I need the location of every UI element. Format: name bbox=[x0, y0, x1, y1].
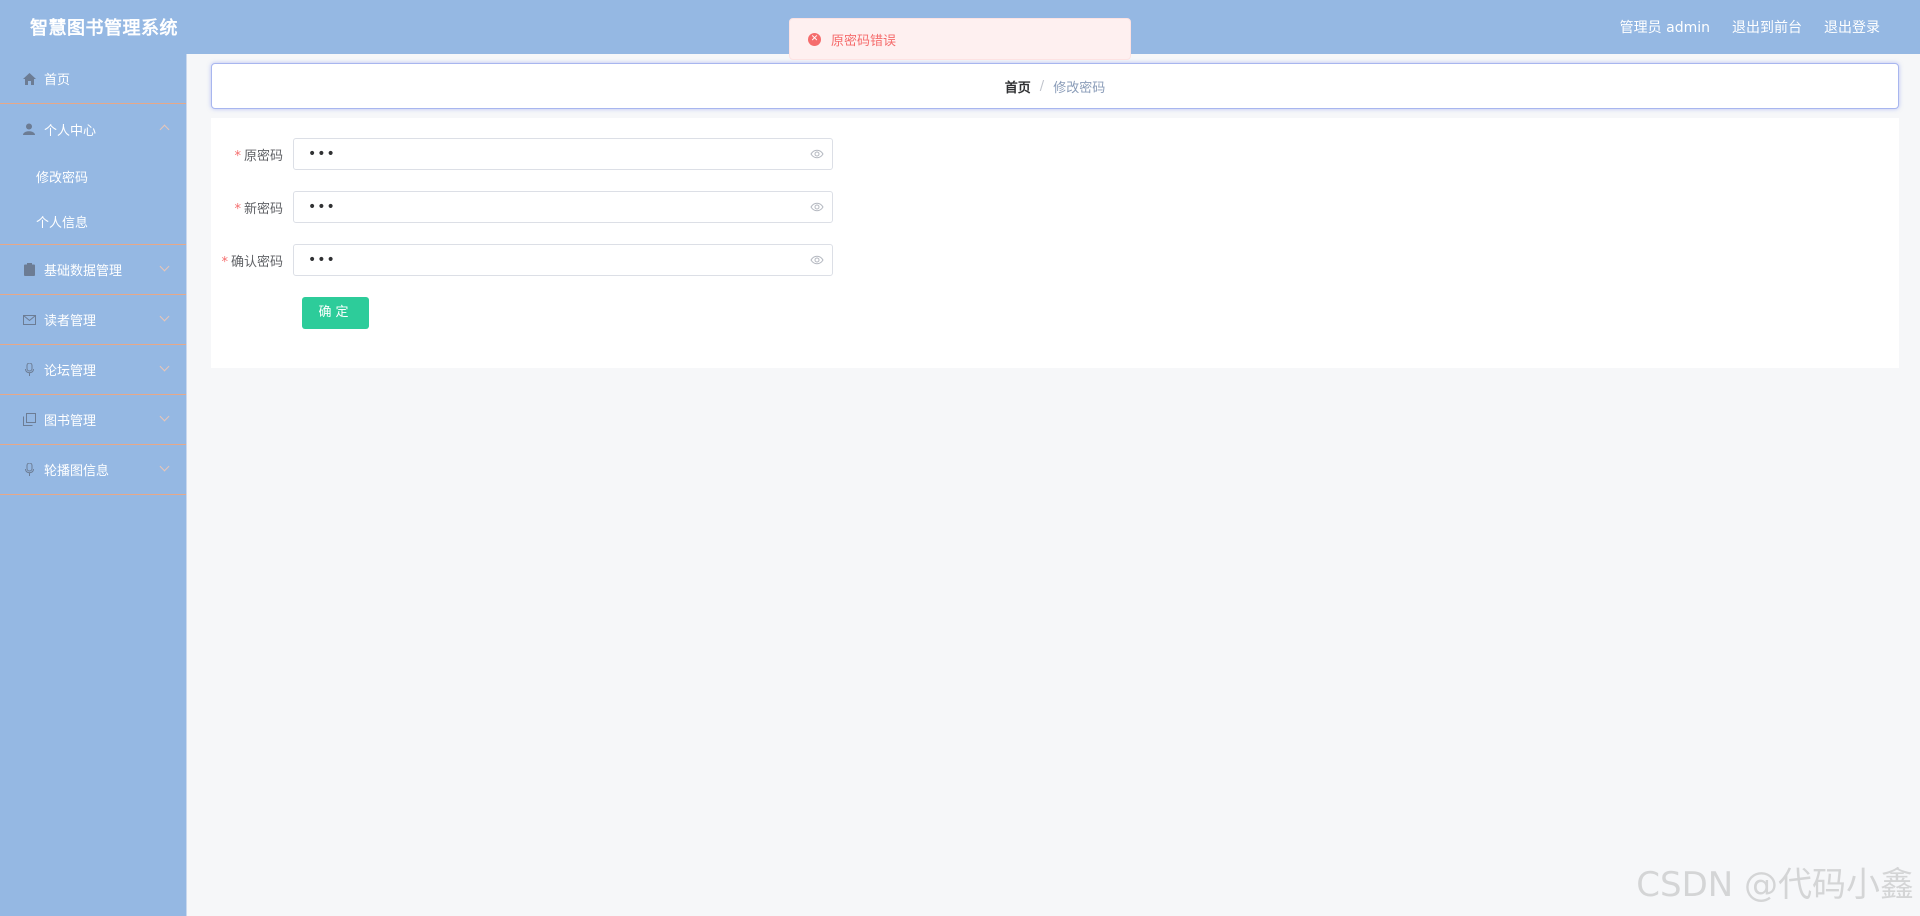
sidebar-item-books[interactable]: 图书管理 bbox=[0, 395, 186, 445]
microphone-icon bbox=[22, 363, 36, 377]
sidebar-item-label: 轮播图信息 bbox=[44, 464, 110, 479]
old-password-input[interactable]: ••• bbox=[293, 138, 833, 170]
password-mask: ••• bbox=[308, 252, 336, 268]
form-row-new-password: * 新密码 ••• bbox=[211, 191, 833, 223]
toast-message: 原密码错误 bbox=[831, 33, 897, 49]
breadcrumb: 首页 / 修改密码 bbox=[211, 63, 1899, 109]
required-mark: * bbox=[221, 254, 228, 270]
chevron-down-icon bbox=[159, 361, 170, 372]
sidebar-item-readers[interactable]: 读者管理 bbox=[0, 295, 186, 345]
label-text: 新密码 bbox=[243, 201, 283, 217]
submit-button[interactable]: 确定 bbox=[302, 297, 369, 329]
label-text: 确认密码 bbox=[230, 254, 283, 270]
breadcrumb-separator: / bbox=[1039, 78, 1045, 94]
header-actions: 管理员 admin 退出到前台 退出登录 bbox=[1620, 17, 1880, 37]
required-mark: * bbox=[234, 201, 241, 217]
home-icon bbox=[22, 72, 36, 86]
admin-user-label: 管理员 admin bbox=[1619, 20, 1710, 36]
new-password-label: * 新密码 bbox=[211, 198, 293, 217]
sidebar-item-forum[interactable]: 论坛管理 bbox=[0, 345, 186, 395]
sidebar-item-personal-center[interactable]: 个人中心 bbox=[0, 104, 186, 154]
eye-icon[interactable] bbox=[810, 202, 824, 212]
exit-to-front-link[interactable]: 退出到前台 bbox=[1732, 17, 1802, 37]
form-row-old-password: * 原密码 ••• bbox=[211, 138, 833, 170]
sidebar-subitem-personal-info[interactable]: 个人信息 bbox=[0, 199, 186, 244]
sidebar-item-carousel[interactable]: 轮播图信息 bbox=[0, 445, 186, 495]
sidebar-item-label: 图书管理 bbox=[44, 414, 97, 429]
sidebar-item-home[interactable]: 首页 bbox=[0, 54, 186, 104]
required-mark: * bbox=[234, 148, 241, 164]
old-password-label: * 原密码 bbox=[211, 145, 293, 164]
error-circle-icon: ✕ bbox=[808, 32, 821, 46]
confirm-password-label: * 确认密码 bbox=[211, 251, 293, 270]
breadcrumb-current: 修改密码 bbox=[1053, 80, 1106, 96]
clipboard-icon bbox=[22, 263, 36, 277]
chevron-up-icon bbox=[159, 124, 170, 135]
sidebar-menu: 首页 个人中心 修改密码 个人信息 基础数据管理 读者管理 论坛管理 图书管理 … bbox=[0, 54, 187, 916]
password-mask: ••• bbox=[308, 146, 336, 162]
watermark: CSDN @代码小鑫 bbox=[1636, 865, 1914, 905]
chevron-down-icon bbox=[159, 461, 170, 472]
app-title: 智慧图书管理系统 bbox=[30, 18, 178, 39]
chevron-down-icon bbox=[159, 411, 170, 422]
confirm-password-input[interactable]: ••• bbox=[293, 244, 833, 276]
eye-icon[interactable] bbox=[810, 255, 824, 265]
change-password-form: * 原密码 ••• * 新密码 ••• * 确认密码 ••• 确定 bbox=[211, 118, 1899, 368]
sidebar-item-label: 基础数据管理 bbox=[44, 264, 123, 279]
sidebar-item-label: 读者管理 bbox=[44, 314, 97, 329]
copy-icon bbox=[22, 413, 36, 427]
sidebar-item-basic-data[interactable]: 基础数据管理 bbox=[0, 245, 186, 295]
new-password-input[interactable]: ••• bbox=[293, 191, 833, 223]
password-mask: ••• bbox=[308, 199, 336, 215]
sidebar-item-label: 论坛管理 bbox=[44, 364, 97, 379]
sidebar-group-personal: 个人中心 修改密码 个人信息 bbox=[0, 104, 186, 245]
error-toast: ✕ 原密码错误 bbox=[789, 18, 1131, 60]
eye-icon[interactable] bbox=[810, 149, 824, 159]
sidebar-item-label: 首页 bbox=[44, 73, 71, 88]
sidebar-item-label: 个人中心 bbox=[44, 123, 97, 139]
user-icon bbox=[22, 122, 36, 136]
logout-link[interactable]: 退出登录 bbox=[1824, 17, 1880, 37]
chevron-down-icon bbox=[159, 261, 170, 272]
form-row-confirm-password: * 确认密码 ••• bbox=[211, 244, 833, 276]
breadcrumb-home[interactable]: 首页 bbox=[1005, 77, 1031, 96]
sidebar-subitem-change-password[interactable]: 修改密码 bbox=[0, 154, 186, 199]
mail-icon bbox=[22, 313, 36, 327]
chevron-down-icon bbox=[159, 311, 170, 322]
label-text: 原密码 bbox=[243, 148, 283, 164]
microphone-icon bbox=[22, 463, 36, 477]
